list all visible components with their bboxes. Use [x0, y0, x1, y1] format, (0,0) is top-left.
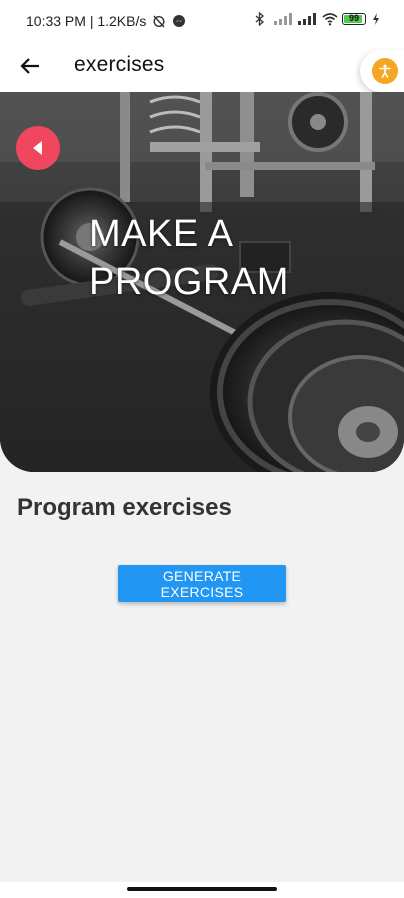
charging-bolt-icon — [372, 12, 380, 26]
signal-strength-icon — [274, 13, 292, 25]
hero-back-button[interactable] — [16, 126, 60, 170]
status-time-speed: 10:33 PM | 1.2KB/s — [26, 13, 147, 29]
back-button[interactable] — [14, 50, 46, 82]
status-left: 10:33 PM | 1.2KB/s — [26, 13, 186, 29]
section-title: Program exercises — [17, 494, 232, 521]
battery-icon: 99 — [342, 13, 366, 25]
bluetooth-icon — [254, 11, 268, 27]
hero-banner: MAKE A PROGRAM — [0, 92, 404, 472]
page-title: exercises — [74, 53, 165, 76]
wifi-icon — [322, 12, 338, 26]
app-bar: exercises — [0, 44, 404, 92]
arrow-left-icon — [20, 58, 39, 74]
hero-heading: MAKE A PROGRAM — [89, 213, 289, 303]
home-indicator[interactable] — [127, 887, 277, 891]
system-nav-bar — [0, 882, 404, 898]
accessibility-button[interactable] — [360, 50, 404, 92]
signal-strength-2-icon — [298, 13, 316, 25]
play-back-icon — [33, 141, 42, 155]
generate-exercises-button[interactable]: GENERATE EXERCISES — [118, 565, 286, 602]
battery-level: 99 — [348, 13, 359, 23]
status-bar: 10:33 PM | 1.2KB/s 99 — [0, 0, 404, 44]
accessibility-icon — [372, 58, 398, 84]
alarm-off-icon — [152, 14, 166, 28]
status-right: 99 — [254, 11, 380, 27]
messenger-icon — [172, 14, 186, 28]
